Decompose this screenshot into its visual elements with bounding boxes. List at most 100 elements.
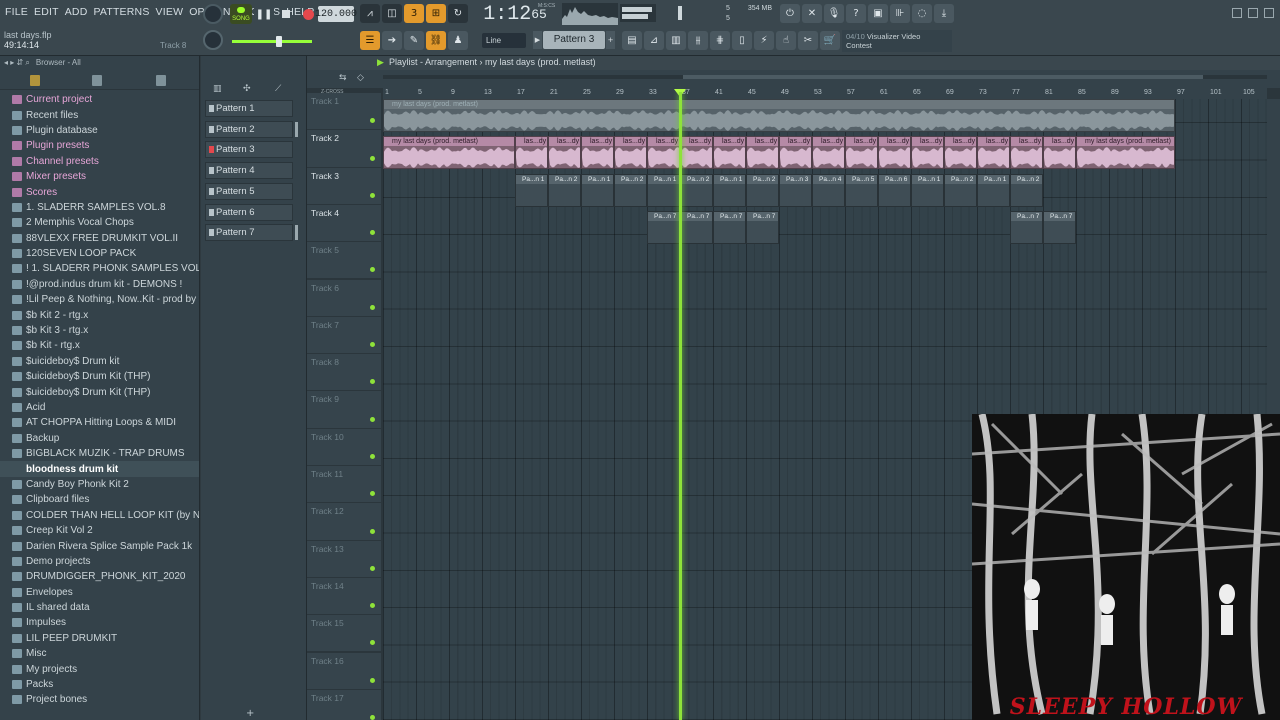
pattern-item[interactable]: Pattern 2 (205, 120, 293, 138)
maximize-icon[interactable] (1248, 8, 1258, 18)
track-mute-led[interactable] (370, 342, 375, 348)
browser-item[interactable]: Channel presets (0, 154, 199, 169)
audio-clip[interactable]: las...dy (845, 136, 878, 170)
audio-tab-icon[interactable]: ✣ (243, 84, 255, 94)
track-mute-led[interactable] (370, 640, 375, 646)
pattern-clip[interactable]: Pa...n 1 (977, 173, 1010, 207)
master-volume-slider[interactable] (232, 36, 312, 47)
track-header[interactable]: Track 8 (307, 354, 381, 392)
add-pattern-icon[interactable]: + (246, 708, 254, 719)
track-mute-led[interactable] (370, 677, 375, 683)
pattern-prev-button[interactable]: ▶ (533, 31, 542, 49)
track-mute-led[interactable] (370, 267, 375, 273)
track-header[interactable]: Track 3 (307, 167, 381, 205)
track-mute-led[interactable] (370, 379, 375, 385)
menu-add[interactable]: ADD (64, 6, 89, 18)
menu-file[interactable]: FILE (4, 6, 29, 18)
shop-button[interactable]: 🛒 (820, 31, 840, 50)
paint-tool-button[interactable]: ✎ (404, 31, 424, 50)
audio-clip[interactable]: las...dy (812, 136, 845, 170)
online-button[interactable]: ⏻ (780, 4, 800, 23)
track-header[interactable]: Track 12 (307, 503, 381, 541)
pattern-clip[interactable]: Pa...n 2 (944, 173, 977, 207)
audio-clip[interactable]: my last days (prod. metlast) (383, 136, 515, 170)
pattern-add-button[interactable]: + (606, 31, 615, 49)
pattern-item[interactable]: Pattern 1 (205, 100, 293, 117)
link-button[interactable]: ⛓ (426, 31, 446, 50)
track-header[interactable]: Track 4 (307, 204, 381, 243)
pattern-clip[interactable]: Pa...n 1 (713, 173, 746, 207)
pattern-item[interactable]: Pattern 4 (205, 162, 293, 180)
one-click-audio-button[interactable]: ✂ (798, 31, 818, 50)
browser-item[interactable]: bloodness drum kit (0, 461, 199, 477)
audio-clip[interactable]: las...dy (647, 136, 680, 170)
file-icon[interactable] (92, 75, 102, 86)
track-header[interactable]: Track 13 (307, 540, 381, 578)
audio-clip[interactable]: las...dy (680, 136, 713, 170)
browser-item[interactable]: Current project (0, 92, 199, 107)
browser-item[interactable]: Scores (0, 184, 199, 199)
stop-button[interactable] (276, 4, 296, 24)
pattern-clip[interactable]: Pa...n 2 (548, 173, 581, 207)
channel-settings-button[interactable]: ⋕ (710, 31, 730, 50)
pattern-clip[interactable]: Pa...n 4 (812, 173, 845, 207)
browser-item[interactable]: 120SEVEN LOOP PACK (0, 246, 199, 261)
pattern-clip[interactable]: Pa...n 7 (713, 210, 746, 244)
playlist-toggle-button[interactable]: ☰ (360, 31, 380, 50)
pattern-clip[interactable]: Pa...n 6 (878, 173, 911, 207)
track-mute-led[interactable] (370, 565, 375, 571)
timeline-ruler[interactable]: 1 5 9 13 17 21 25 29 33 37 41 45 49 53 57 61 65 69 73 77 81 8… (383, 88, 1267, 99)
track-header[interactable]: Track 9 (307, 391, 381, 429)
browser-arrows-icon[interactable]: ◂ ▸ ⇵ ⌕ (4, 56, 30, 72)
pattern-item[interactable]: Pattern 6 (205, 203, 293, 221)
browser-item[interactable]: 2 Memphis Vocal Chops (0, 215, 199, 230)
pattern-clip[interactable]: Pa...n 2 (614, 173, 647, 207)
browser-item[interactable]: Acid (0, 400, 199, 415)
audio-clip[interactable]: las...dy (944, 136, 977, 170)
track-mute-led[interactable] (370, 155, 375, 161)
automation-tab-icon[interactable]: ⟋ (275, 84, 287, 94)
browser-button[interactable]: ▥ (666, 31, 686, 50)
pattern-clip[interactable]: Pa...n 2 (680, 173, 713, 207)
browser-item[interactable]: ! 1. SLADERR PHONK SAMPLES VOL.2 (0, 261, 199, 276)
browser-item[interactable]: $b Kit 3 - rtg.x (0, 323, 199, 338)
pattern-clip[interactable]: Pa...n 2 (746, 173, 779, 207)
track-header[interactable]: Track 14 (307, 577, 381, 616)
browser-item[interactable]: COLDER THAN HELL LOOP KIT (by NOVO) (0, 508, 199, 523)
loop-record-button[interactable]: ↻ (448, 4, 468, 23)
track-mute-led[interactable] (370, 453, 375, 459)
track-header[interactable]: Track 5 (307, 242, 381, 280)
download-button[interactable]: ⤓ (934, 4, 954, 23)
pattern-clip[interactable]: Pa...n 1 (647, 173, 680, 207)
pattern-clip[interactable]: Pa...n 3 (779, 173, 812, 207)
browser-item[interactable]: My projects (0, 661, 199, 676)
audio-clip[interactable]: las...dy (614, 136, 647, 170)
track-header[interactable]: Track 17 (307, 689, 381, 720)
track-header[interactable]: Track 7 (307, 316, 381, 355)
audio-clip[interactable]: las...dy (713, 136, 746, 170)
audio-clip[interactable]: las...dy (1010, 136, 1043, 170)
browser-item[interactable]: 88VLEXX FREE DRUMKIT VOL.II (0, 231, 199, 246)
track-header[interactable]: Track 10 (307, 428, 381, 466)
tempo-display[interactable]: 120.000 (315, 6, 357, 22)
track-header[interactable]: Track 1 (307, 93, 381, 131)
step-edit-button[interactable]: ⊞ (426, 4, 446, 23)
browser-item[interactable]: $uicideboy$ Drum Kit (THP) (0, 369, 199, 384)
track-mute-led[interactable] (370, 304, 375, 310)
browser-item[interactable]: Mixer presets (0, 169, 199, 184)
menu-view[interactable]: VIEW (155, 6, 185, 18)
menu-patterns[interactable]: PATTERNS (92, 6, 150, 18)
track-mute-led[interactable] (370, 603, 375, 609)
pattern-clip[interactable]: Pa...n 7 (647, 210, 680, 244)
close-icon[interactable] (1264, 8, 1274, 18)
speaker-icon[interactable] (156, 75, 166, 86)
track-mute-led[interactable] (370, 192, 375, 198)
pattern-item[interactable]: Pattern 7 (205, 224, 293, 242)
plugin-picker-button[interactable]: ⚡ (754, 31, 774, 50)
pattern-item[interactable]: Pattern 3 (205, 141, 293, 159)
browser-item[interactable]: BIGBLACK MUZIK - TRAP DRUMS (0, 446, 199, 461)
browser-item[interactable]: Packs (0, 677, 199, 692)
menu-edit[interactable]: EDIT (33, 6, 60, 18)
track-mute-led[interactable] (370, 528, 375, 534)
pattern-clip[interactable]: Pa...n 1 (515, 173, 548, 207)
